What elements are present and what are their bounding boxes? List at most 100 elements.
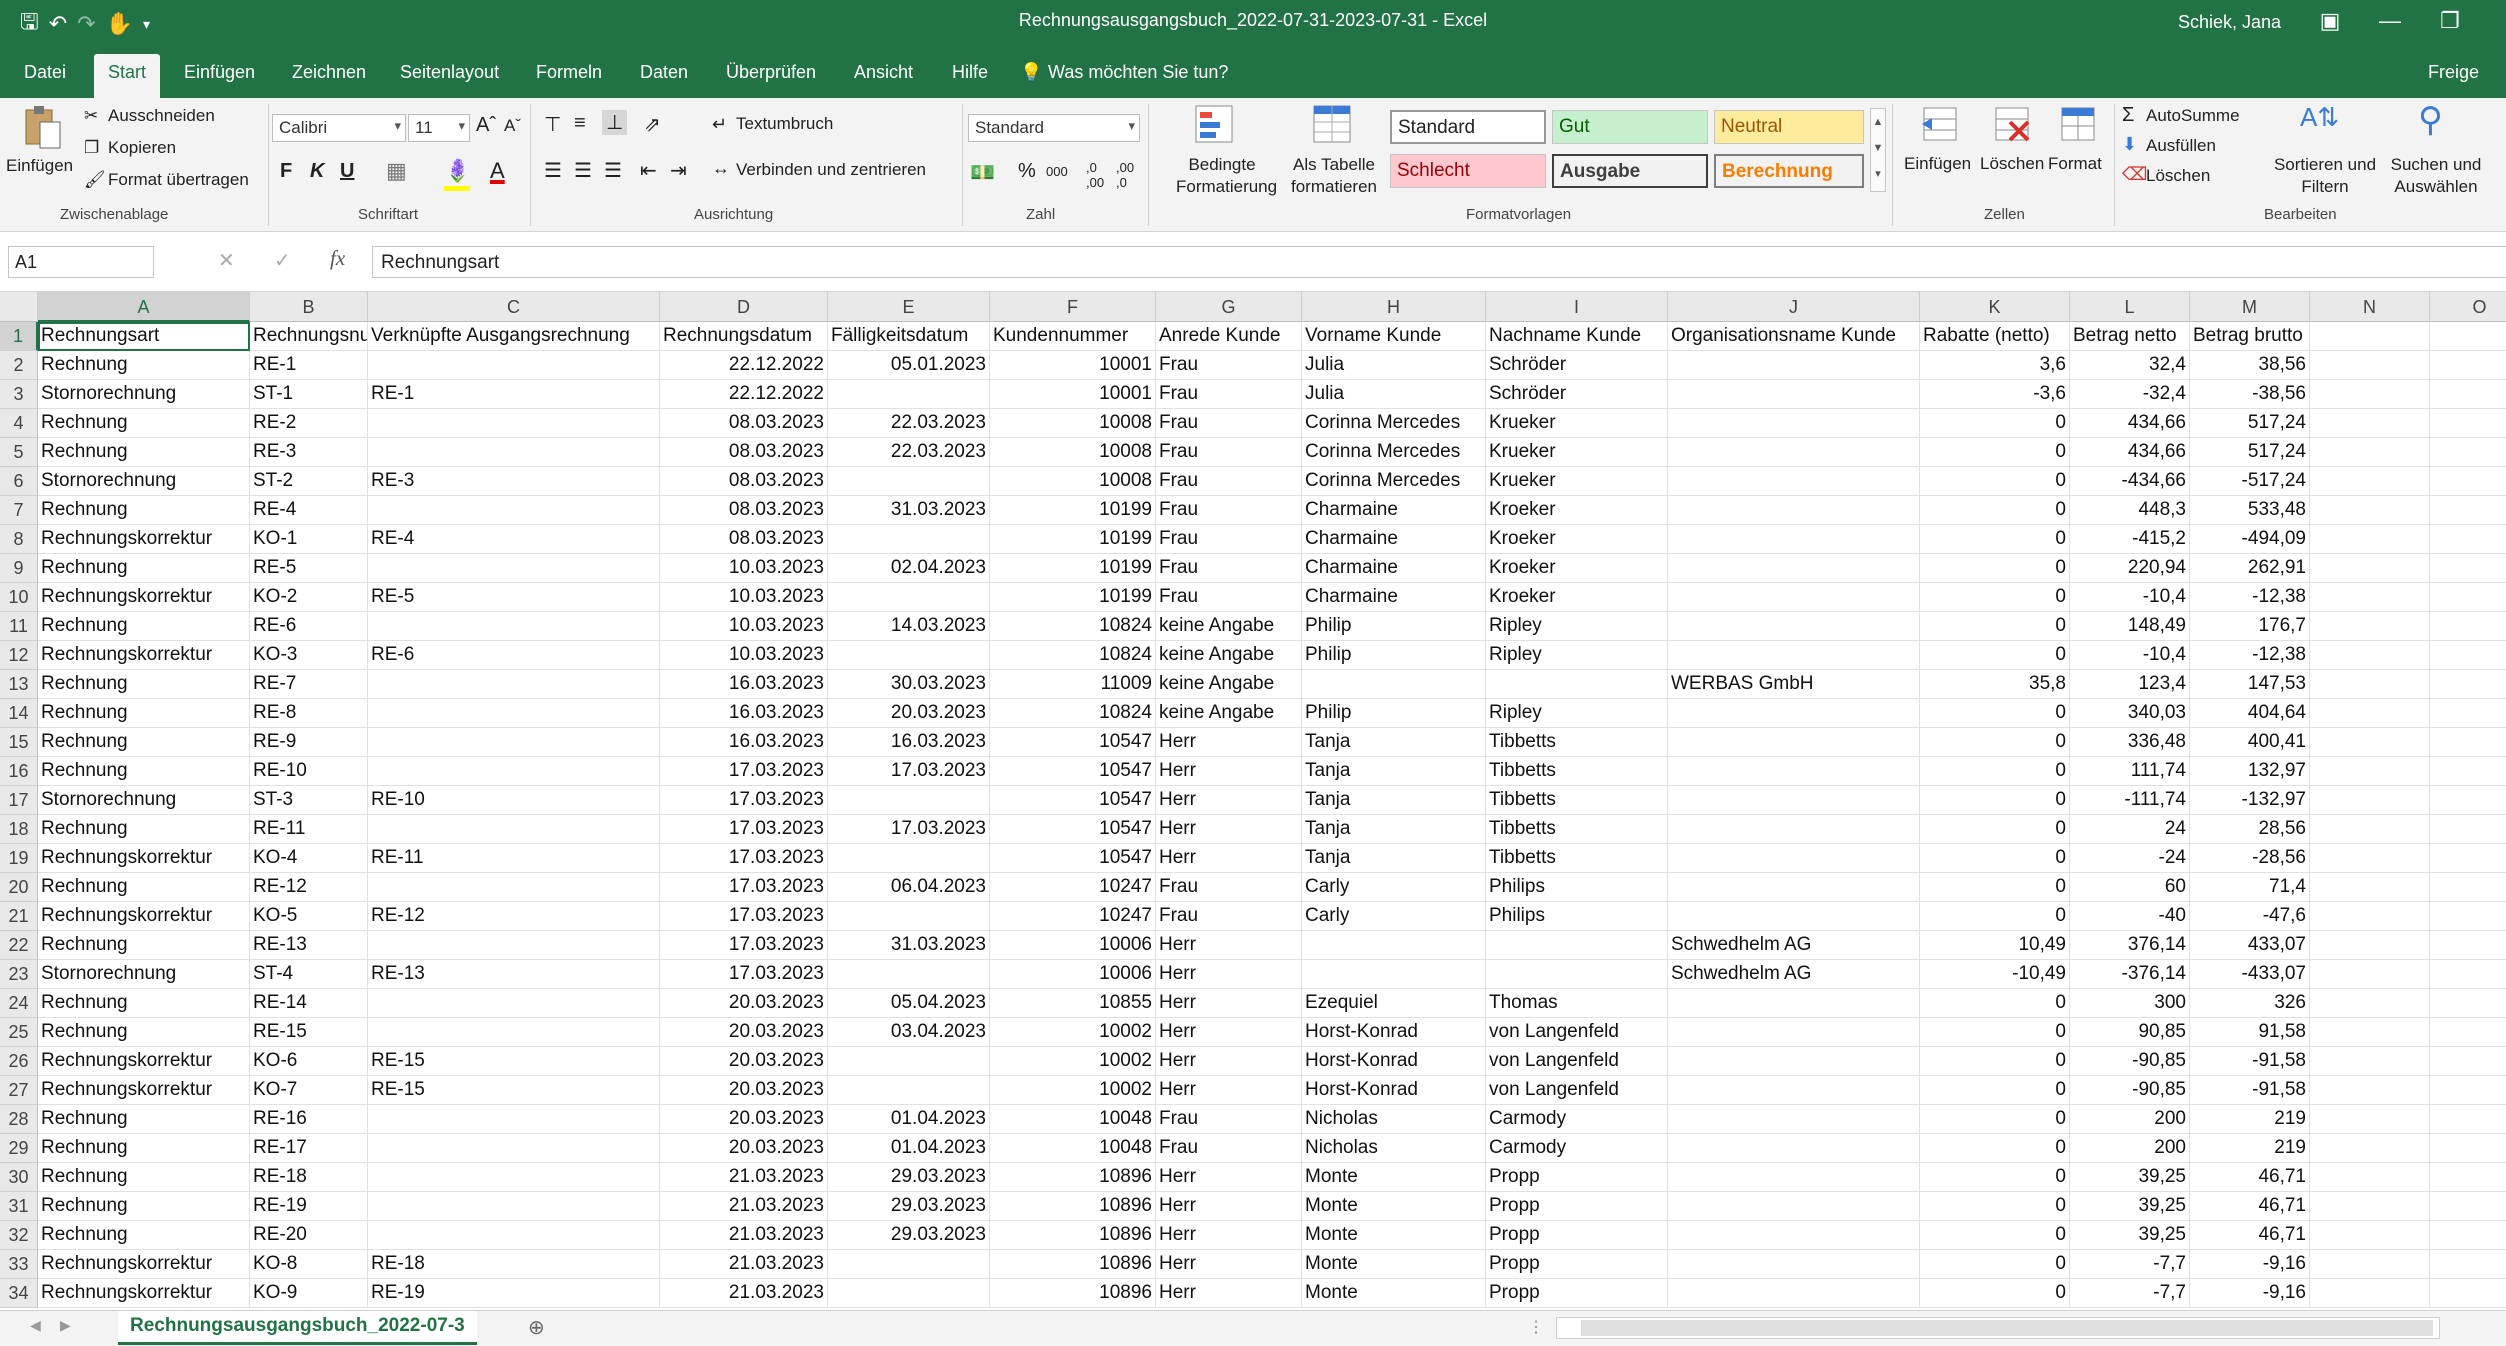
- table-cell[interactable]: -38,56: [2190, 380, 2310, 409]
- table-cell[interactable]: [828, 525, 990, 554]
- table-cell[interactable]: 0: [1920, 873, 2070, 902]
- copy-button[interactable]: Kopieren: [108, 138, 176, 158]
- table-cell[interactable]: 10824: [990, 612, 1156, 641]
- table-cell[interactable]: keine Angabe: [1156, 670, 1302, 699]
- table-cell[interactable]: [368, 873, 660, 902]
- table-cell[interactable]: Frau: [1156, 1105, 1302, 1134]
- table-cell[interactable]: Propp: [1486, 1279, 1668, 1308]
- table-cell[interactable]: 300: [2070, 989, 2190, 1018]
- next-sheet-icon[interactable]: ▶: [60, 1317, 71, 1334]
- table-cell[interactable]: 10547: [990, 757, 1156, 786]
- table-cell[interactable]: 219: [2190, 1105, 2310, 1134]
- table-cell[interactable]: [1302, 960, 1486, 989]
- table-cell[interactable]: [368, 438, 660, 467]
- table-cell[interactable]: Rechnung: [38, 873, 250, 902]
- table-cell[interactable]: Corinna Mercedes: [1302, 467, 1486, 496]
- table-cell[interactable]: Monte: [1302, 1250, 1486, 1279]
- table-cell[interactable]: [2430, 757, 2506, 786]
- row-header[interactable]: 5: [0, 438, 38, 467]
- table-cell[interactable]: [2310, 699, 2430, 728]
- table-cell[interactable]: Charmaine: [1302, 583, 1486, 612]
- table-cell[interactable]: Frau: [1156, 496, 1302, 525]
- table-cell[interactable]: [1668, 554, 1920, 583]
- table-cell[interactable]: -111,74: [2070, 786, 2190, 815]
- align-top-icon[interactable]: ⊤: [544, 112, 561, 137]
- table-cell[interactable]: [2430, 786, 2506, 815]
- table-cell[interactable]: 20.03.2023: [660, 1018, 828, 1047]
- table-cell[interactable]: 0: [1920, 467, 2070, 496]
- table-cell[interactable]: 05.01.2023: [828, 351, 990, 380]
- table-cell[interactable]: [1668, 699, 1920, 728]
- table-cell[interactable]: Rechnung: [38, 351, 250, 380]
- table-cell[interactable]: Frau: [1156, 409, 1302, 438]
- table-cell[interactable]: [1486, 960, 1668, 989]
- table-cell[interactable]: RE-15: [368, 1047, 660, 1076]
- table-cell[interactable]: [2310, 1163, 2430, 1192]
- table-cell[interactable]: 10.03.2023: [660, 641, 828, 670]
- table-cell[interactable]: 433,07: [2190, 931, 2310, 960]
- column-header[interactable]: F: [990, 292, 1156, 322]
- autosum-icon[interactable]: Σ: [2122, 104, 2134, 127]
- table-cell[interactable]: [2310, 496, 2430, 525]
- table-cell[interactable]: RE-14: [250, 989, 368, 1018]
- table-cell[interactable]: Rechnung: [38, 989, 250, 1018]
- table-cell[interactable]: 0: [1920, 757, 2070, 786]
- table-cell[interactable]: 10199: [990, 583, 1156, 612]
- table-cell[interactable]: -517,24: [2190, 467, 2310, 496]
- column-header[interactable]: L: [2070, 292, 2190, 322]
- table-cell[interactable]: -415,2: [2070, 525, 2190, 554]
- table-cell[interactable]: [1668, 815, 1920, 844]
- table-cell[interactable]: 20.03.2023: [660, 1047, 828, 1076]
- table-cell[interactable]: Propp: [1486, 1250, 1668, 1279]
- table-cell[interactable]: 29.03.2023: [828, 1221, 990, 1250]
- formula-input[interactable]: Rechnungsart: [372, 246, 2506, 278]
- table-cell[interactable]: RE-1: [368, 380, 660, 409]
- table-cell[interactable]: -10,4: [2070, 641, 2190, 670]
- row-header[interactable]: 33: [0, 1250, 38, 1279]
- table-cell[interactable]: 22.12.2022: [660, 351, 828, 380]
- tab-formeln[interactable]: Formeln: [536, 62, 602, 83]
- table-cell[interactable]: 21.03.2023: [660, 1163, 828, 1192]
- table-cell[interactable]: Tanja: [1302, 757, 1486, 786]
- table-cell[interactable]: [2430, 496, 2506, 525]
- row-header[interactable]: 12: [0, 641, 38, 670]
- format-cells-button[interactable]: Format: [2048, 154, 2102, 174]
- table-cell[interactable]: 46,71: [2190, 1221, 2310, 1250]
- table-cell[interactable]: RE-3: [250, 438, 368, 467]
- table-cell[interactable]: 0: [1920, 1134, 2070, 1163]
- table-cell[interactable]: 0: [1920, 902, 2070, 931]
- increase-indent-icon[interactable]: ⇥: [670, 158, 687, 183]
- table-cell[interactable]: [1668, 641, 1920, 670]
- table-cell[interactable]: Frau: [1156, 467, 1302, 496]
- table-cell[interactable]: -434,66: [2070, 467, 2190, 496]
- worksheet-grid[interactable]: A B C D E F G H I J K L M N O 1 Rechnungsart Rechnungsnu V…: [0, 292, 2506, 1310]
- table-cell[interactable]: RE-6: [368, 641, 660, 670]
- style-schlecht[interactable]: Schlecht: [1390, 154, 1546, 188]
- table-cell[interactable]: Rechnung: [38, 438, 250, 467]
- table-cell[interactable]: Frau: [1156, 873, 1302, 902]
- table-cell[interactable]: 46,71: [2190, 1163, 2310, 1192]
- currency-icon[interactable]: 💵: [970, 160, 995, 185]
- merge-center-button[interactable]: Verbinden und zentrieren: [736, 160, 926, 180]
- table-cell[interactable]: Rechnung: [38, 728, 250, 757]
- table-cell[interactable]: 35,8: [1920, 670, 2070, 699]
- table-cell[interactable]: Propp: [1486, 1163, 1668, 1192]
- table-cell[interactable]: [1302, 670, 1486, 699]
- cut-button[interactable]: Ausschneiden: [108, 106, 215, 126]
- table-cell[interactable]: Rechnungskorrektur: [38, 1250, 250, 1279]
- table-cell[interactable]: 0: [1920, 1221, 2070, 1250]
- table-cell[interactable]: Rechnung: [38, 670, 250, 699]
- table-cell[interactable]: [2430, 1018, 2506, 1047]
- format-cells-icon[interactable]: [2058, 104, 2098, 144]
- table-cell[interactable]: [2310, 757, 2430, 786]
- table-cell[interactable]: Nicholas: [1302, 1105, 1486, 1134]
- table-cell[interactable]: 08.03.2023: [660, 525, 828, 554]
- table-cell[interactable]: Tanja: [1302, 728, 1486, 757]
- table-cell[interactable]: Charmaine: [1302, 496, 1486, 525]
- wrap-text-button[interactable]: Textumbruch: [736, 114, 833, 134]
- table-cell[interactable]: 10896: [990, 1163, 1156, 1192]
- table-cell[interactable]: Herr: [1156, 1163, 1302, 1192]
- table-cell[interactable]: [2430, 728, 2506, 757]
- table-cell[interactable]: RE-7: [250, 670, 368, 699]
- table-cell[interactable]: 20.03.2023: [660, 1076, 828, 1105]
